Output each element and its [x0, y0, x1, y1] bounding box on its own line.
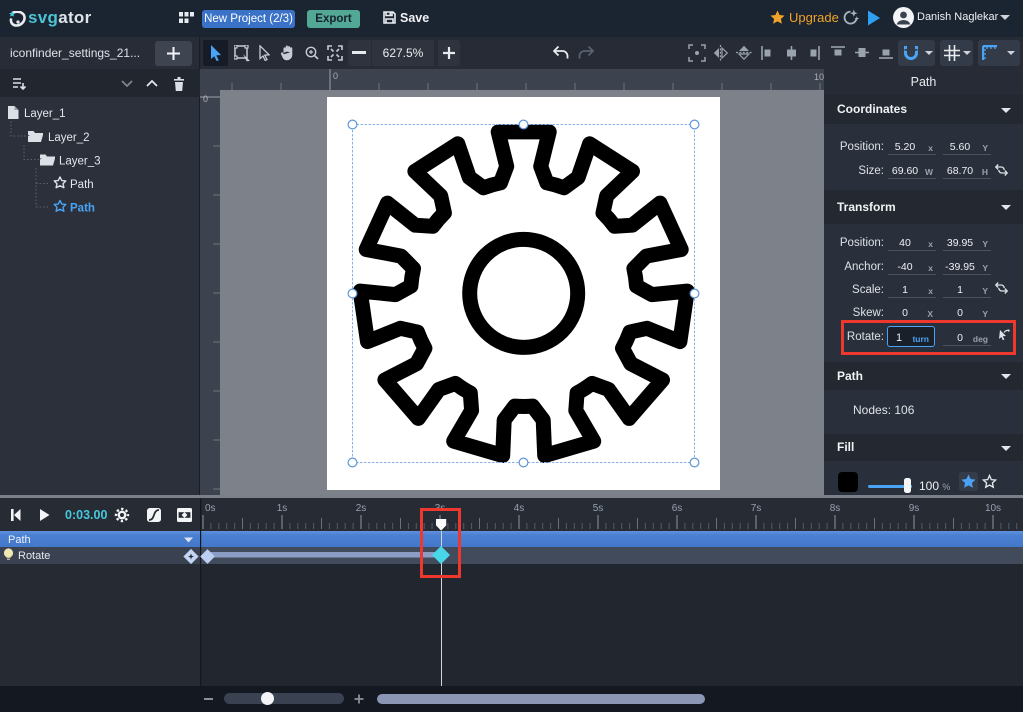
- svg-text:Rotate: Rotate: [18, 550, 50, 562]
- svg-text:1s: 1s: [277, 503, 288, 514]
- svg-text:8s: 8s: [830, 503, 841, 514]
- svg-text:0s: 0s: [205, 503, 216, 514]
- svg-text:7s: 7s: [751, 503, 762, 514]
- svg-text:9s: 9s: [909, 503, 920, 514]
- svg-text:Layer_2: Layer_2: [48, 132, 90, 144]
- svg-text:10s: 10s: [985, 503, 1001, 514]
- svg-text:2s: 2s: [356, 503, 367, 514]
- svg-text:0:03.00: 0:03.00: [65, 508, 107, 522]
- svg-text:10: 10: [814, 72, 824, 82]
- svg-text:Path: Path: [70, 203, 95, 215]
- svg-text:0: 0: [203, 94, 208, 104]
- svg-text:Layer_3: Layer_3: [59, 156, 101, 168]
- svg-text:5s: 5s: [593, 503, 604, 514]
- svg-text:6s: 6s: [672, 503, 683, 514]
- svg-text:0: 0: [333, 71, 338, 81]
- svg-text:4s: 4s: [514, 503, 525, 514]
- svg-text:Layer_1: Layer_1: [24, 108, 66, 120]
- svg-text:Path: Path: [70, 179, 94, 191]
- svg-text:Path: Path: [8, 534, 31, 546]
